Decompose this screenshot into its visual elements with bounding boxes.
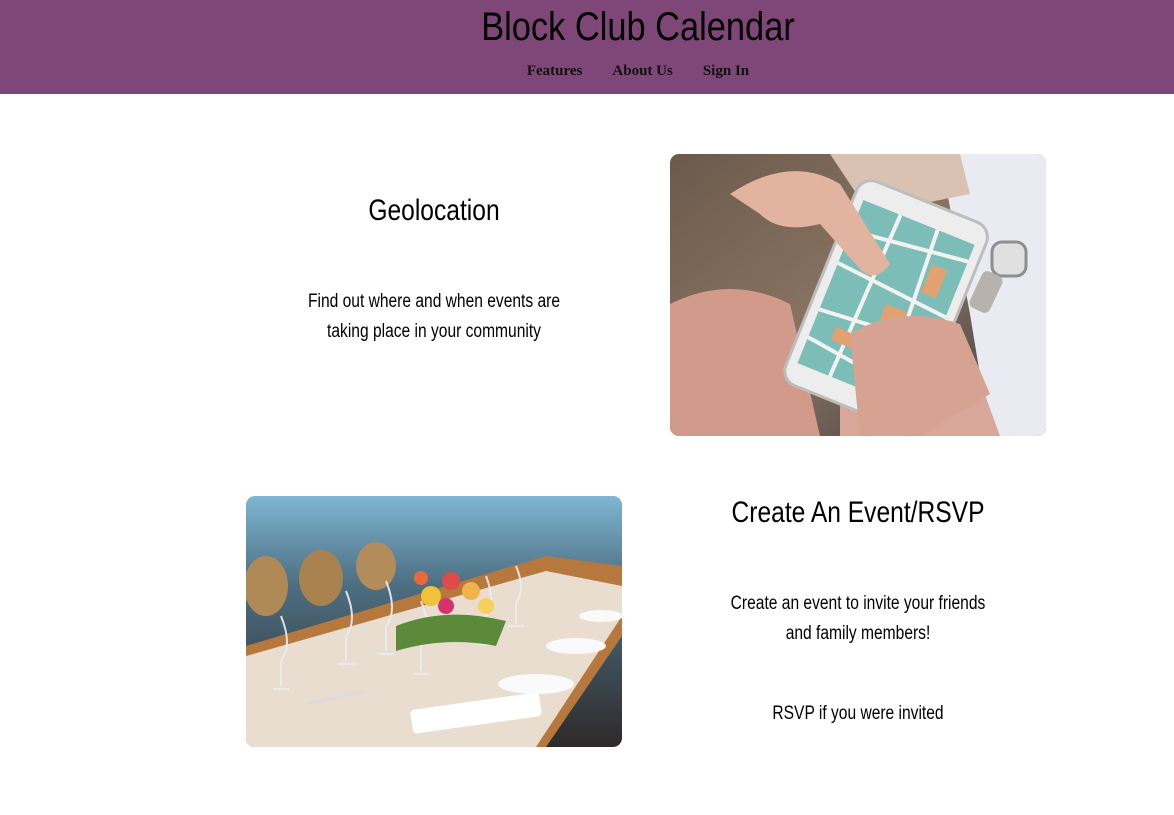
rsvp-text: RSVP if you were invited — [772, 703, 944, 724]
feature-description-line: Create an event to invite your friends — [730, 593, 986, 614]
feature-title: Geolocation — [368, 194, 500, 227]
feature-description-line: Find out where and when events are — [307, 291, 561, 312]
phone-map-photo — [670, 154, 1046, 436]
nav-sign-in-link[interactable]: Sign In — [703, 61, 749, 81]
site-title: Block Club Calendar — [481, 5, 795, 49]
nav-features-link[interactable]: Features — [527, 61, 583, 81]
feature-description-line: taking place in your community — [327, 321, 541, 342]
main-nav: Features About Us Sign In — [0, 61, 1174, 81]
feature-title: Create An Event/RSVP — [731, 496, 985, 529]
feature-description-line: and family members! — [785, 623, 931, 644]
site-header: Block Club Calendar Features About Us Si… — [0, 0, 1174, 94]
dinner-table-photo — [246, 496, 622, 747]
nav-about-us-link[interactable]: About Us — [612, 61, 672, 81]
